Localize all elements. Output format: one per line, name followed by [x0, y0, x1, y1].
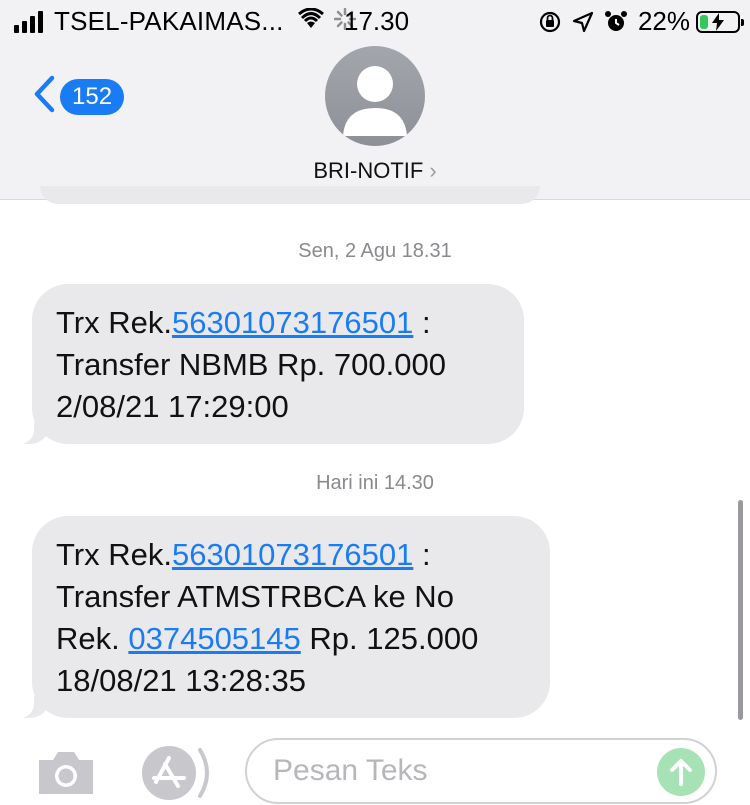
- account-number-link[interactable]: 56301073176501: [172, 537, 413, 572]
- chevron-right-icon: ›: [429, 158, 437, 183]
- message-bubble[interactable]: Trx Rek.56301073176501 : Transfer ATMSTR…: [20, 516, 550, 718]
- message-text: :: [413, 305, 431, 340]
- message-line: Trx Rek.56301073176501 :: [56, 534, 526, 576]
- location-icon: [572, 11, 594, 33]
- message-bubble[interactable]: Trx Rek.56301073176501 : Transfer NBMB R…: [20, 284, 524, 444]
- message-text: Rek.: [56, 621, 129, 656]
- alarm-icon: [604, 10, 628, 34]
- message-timestamp: Hari ini 14.30: [316, 472, 434, 494]
- carrier-name: TSEL-PAKAIMAS...: [54, 6, 284, 36]
- account-number-link[interactable]: 0374505145: [128, 621, 300, 656]
- navigation-bar: 152 BRI-NOTIF ›: [0, 40, 750, 200]
- message-text-field[interactable]: Pesan Teks: [245, 738, 717, 804]
- message-line: Rek. 0374505145 Rp. 125.000: [56, 618, 526, 660]
- status-bar-right: 22%: [528, 6, 744, 37]
- app-store-icon: [142, 746, 209, 800]
- camera-icon: [39, 752, 93, 794]
- battery-percent: 22%: [637, 6, 690, 36]
- message-line: Transfer ATMSTRBCA ke No: [56, 579, 454, 614]
- back-button[interactable]: 152: [32, 74, 125, 119]
- message-text: Trx Rek.: [56, 537, 172, 572]
- scroll-indicator[interactable]: [738, 500, 743, 720]
- orientation-lock-icon: [538, 10, 562, 34]
- send-button[interactable]: [657, 748, 705, 796]
- chevron-left-icon: [32, 74, 56, 119]
- message-text: Trx Rek.: [56, 305, 172, 340]
- previous-message-bubble: [40, 186, 540, 204]
- contact-name-button[interactable]: BRI-NOTIF ›: [0, 158, 750, 184]
- message-input-bar: Pesan Teks: [0, 732, 750, 805]
- account-number-link[interactable]: 56301073176501: [172, 305, 413, 340]
- message-placeholder: Pesan Teks: [273, 754, 428, 787]
- status-bar: TSEL-PAKAIMAS... 17.30 22%: [0, 0, 750, 40]
- battery-charging-icon: [696, 10, 744, 33]
- wifi-icon: [297, 6, 324, 37]
- message-line: 18/08/21 13:28:35: [56, 663, 306, 698]
- app-store-button[interactable]: [140, 744, 212, 805]
- unread-count-badge: 152: [60, 78, 125, 115]
- camera-button[interactable]: [35, 748, 97, 801]
- contact-avatar[interactable]: [325, 46, 425, 146]
- signal-icon: [14, 10, 46, 33]
- message-line: 2/08/21 17:29:00: [56, 389, 289, 424]
- person-icon: [343, 66, 407, 136]
- status-time: 17.30: [344, 6, 410, 36]
- message-text: Rp. 125.000: [300, 621, 479, 656]
- status-bar-left: TSEL-PAKAIMAS...: [14, 6, 356, 37]
- message-text: :: [413, 537, 431, 572]
- message-timestamp: Sen, 2 Agu 18.31: [298, 240, 452, 262]
- message-line: Trx Rek.56301073176501 :: [56, 302, 500, 344]
- message-line: Transfer NBMB Rp. 700.000: [56, 347, 446, 382]
- arrow-up-icon: [670, 759, 692, 786]
- conversation-header: TSEL-PAKAIMAS... 17.30 22% 152 BRI-NOTIF…: [0, 0, 750, 200]
- battery-fill: [700, 14, 708, 29]
- contact-name: BRI-NOTIF: [313, 158, 424, 183]
